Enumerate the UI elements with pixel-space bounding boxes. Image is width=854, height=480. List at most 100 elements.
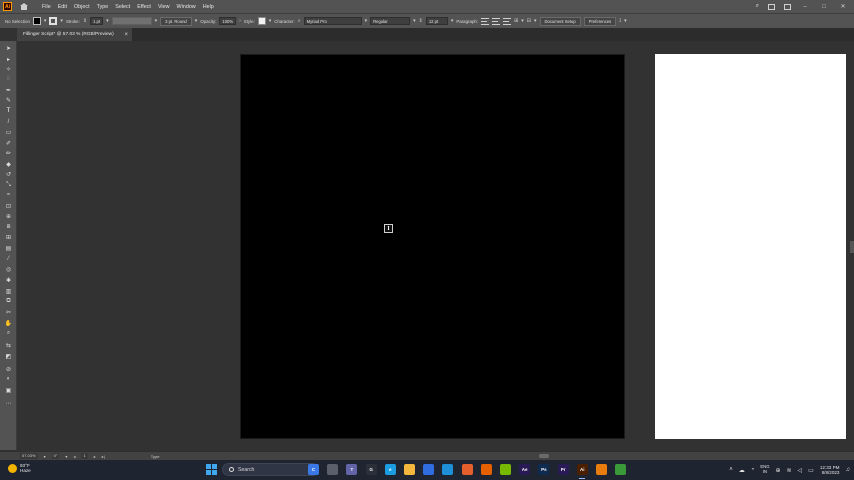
chevron-down-icon[interactable]: ▾ [269, 18, 272, 24]
taskbar-app-store[interactable] [423, 464, 435, 475]
chevron-down-icon[interactable]: ▾ [60, 18, 63, 24]
scale-tool-icon[interactable]: ⤡ [4, 181, 13, 189]
wifi-icon[interactable]: ≋ [787, 467, 792, 474]
stroke-swatch[interactable] [49, 17, 58, 25]
opacity-label[interactable]: Opacity: [200, 19, 216, 24]
stepper-icon[interactable]: ⇕ [419, 18, 423, 24]
menu-file[interactable]: File [42, 4, 51, 10]
mesh-tool-icon[interactable]: ⊞ [4, 233, 13, 241]
stroke-label[interactable]: Stroke: [66, 19, 80, 24]
battery-icon[interactable]: ▭ [808, 467, 814, 474]
cloud-icon[interactable]: ☁ [739, 467, 745, 474]
brush-definition[interactable]: 3 pt. Round [160, 16, 192, 26]
taskbar-app-photoshop[interactable]: Ps [538, 464, 550, 475]
zoom-level-field[interactable]: 57.03% [20, 453, 38, 459]
blend-tool-icon[interactable]: ◎ [4, 265, 13, 273]
free-transform-tool-icon[interactable]: ⊡ [4, 202, 13, 210]
chevron-down-icon[interactable]: ▾ [44, 454, 46, 459]
symbol-sprayer-tool-icon[interactable]: ✱ [4, 276, 13, 284]
windows-start-button[interactable] [206, 464, 217, 475]
close-tab-icon[interactable]: × [124, 32, 128, 38]
font-search-icon[interactable]: ⌕ [298, 18, 301, 24]
canvas-area[interactable]: I [18, 41, 854, 451]
drawing-modes-icon[interactable]: ◐ [4, 375, 13, 383]
taskbar-app-chatgpt[interactable]: G [365, 464, 377, 475]
font-size-field[interactable]: 12 pt [425, 17, 448, 25]
line-segment-tool-icon[interactable]: / [4, 118, 13, 126]
chevron-down-icon[interactable]: ▾ [195, 18, 198, 24]
language-indicator[interactable]: ENG IN [760, 465, 769, 474]
chevron-down-icon[interactable]: ▾ [534, 18, 537, 24]
chevron-down-icon[interactable]: ▾ [365, 18, 368, 24]
menu-effect[interactable]: Effect [137, 4, 151, 10]
document-tab[interactable]: Fillinger Script* @ 57.03 % (RGB/Preview… [17, 28, 132, 41]
chevron-down-icon[interactable]: ▾ [65, 454, 67, 459]
curvature-tool-icon[interactable]: ✎ [4, 96, 13, 104]
menu-edit[interactable]: Edit [58, 4, 67, 10]
menu-object[interactable]: Object [74, 4, 90, 10]
zoom-tool-icon[interactable]: ⌕ [4, 329, 13, 337]
rotate-tool-icon[interactable]: ↺ [4, 170, 13, 178]
more-tools-icon[interactable]: ⋯ [4, 399, 13, 407]
fill-swatch[interactable] [32, 17, 41, 25]
taskbar-app-illustrator[interactable]: Ai [576, 464, 588, 475]
chevron-down-icon[interactable]: ▾ [155, 18, 158, 24]
lasso-tool-icon[interactable]: ◌ [4, 75, 13, 83]
font-style-field[interactable]: Regular [370, 17, 411, 25]
taskbar-app-firefox[interactable] [480, 464, 492, 475]
hand-tool-icon[interactable]: ✋ [4, 319, 13, 327]
opacity-field[interactable]: 100% [219, 17, 237, 25]
search-icon[interactable]: ⌕ [756, 3, 759, 10]
stepper-icon[interactable]: ⇕ [83, 18, 87, 24]
menu-help[interactable]: Help [203, 4, 214, 10]
minimize-icon[interactable]: – [800, 4, 810, 10]
taskbar-app-chrome[interactable] [615, 464, 627, 475]
font-family-field[interactable]: Myriad Pro [303, 17, 362, 25]
preferences-button[interactable]: Preferences [583, 16, 617, 26]
align-objects-icon[interactable]: ⊟ [527, 18, 531, 24]
chevron-right-icon[interactable]: › [239, 18, 241, 24]
color-none-icon[interactable]: ⊘ [4, 365, 13, 373]
paragraph-label[interactable]: Paragraph: [456, 19, 478, 24]
arrange-icon[interactable]: ⟟ [619, 18, 621, 24]
fill-stroke-swatches-icon[interactable]: ◩ [4, 352, 13, 360]
character-label[interactable]: Character: [274, 19, 295, 24]
paintbrush-tool-icon[interactable]: ✐ [4, 139, 13, 147]
system-clock[interactable]: 12:33 PM 8/8/2023 [820, 465, 840, 476]
document-setup-button[interactable]: Document Setup [539, 16, 581, 26]
align-left-icon[interactable] [481, 17, 490, 25]
chevron-down-icon[interactable]: ▾ [413, 18, 416, 24]
network-icon[interactable]: ◔ [751, 467, 755, 473]
menu-window[interactable]: Window [177, 4, 196, 10]
artboard-number-field[interactable]: 1 [81, 453, 88, 459]
chevron-down-icon[interactable]: ▾ [106, 18, 109, 24]
volume-icon[interactable]: ◁ [798, 467, 803, 474]
eraser-tool-icon[interactable]: ◆ [4, 160, 13, 168]
taskbar-app-teams[interactable]: T [346, 464, 358, 475]
chevron-up-icon[interactable]: ˄ [729, 467, 733, 473]
menu-type[interactable]: Type [97, 4, 109, 10]
taskbar-app-copilot[interactable]: C [308, 464, 319, 475]
next-artboard-icon[interactable]: ▸ [94, 454, 96, 459]
weather-widget[interactable]: 93°F Haze [8, 463, 31, 473]
perspective-grid-tool-icon[interactable]: ⧈ [4, 223, 13, 231]
chevron-down-icon[interactable]: ▾ [624, 18, 627, 24]
taskbar-app-blender[interactable] [596, 464, 607, 475]
rotation-field[interactable]: 0° [51, 453, 60, 459]
taskbar-search[interactable]: Search [222, 463, 319, 476]
variable-width-profile[interactable] [111, 17, 152, 25]
menu-view[interactable]: View [158, 4, 170, 10]
taskbar-app-file-explorer[interactable] [404, 464, 415, 475]
warp-tool-icon[interactable]: ≈ [4, 191, 13, 199]
artboard-black[interactable] [240, 54, 625, 439]
chevron-down-icon[interactable]: ▾ [451, 18, 454, 24]
previous-artboard-icon[interactable]: ◂ [73, 454, 75, 459]
eyedropper-tool-icon[interactable]: ⁄ [4, 255, 13, 263]
artboard-tool-icon[interactable]: ⧉ [4, 297, 13, 305]
workspace-switcher-icon[interactable] [768, 3, 775, 10]
graphic-style-swatch[interactable] [257, 17, 266, 25]
taskbar-app-edge[interactable]: e [384, 464, 396, 475]
chevron-down-icon[interactable]: ▾ [44, 18, 47, 24]
taskbar-app-after-effects[interactable]: Ae [519, 464, 531, 475]
stroke-weight-field[interactable]: 1 pt [90, 17, 104, 25]
